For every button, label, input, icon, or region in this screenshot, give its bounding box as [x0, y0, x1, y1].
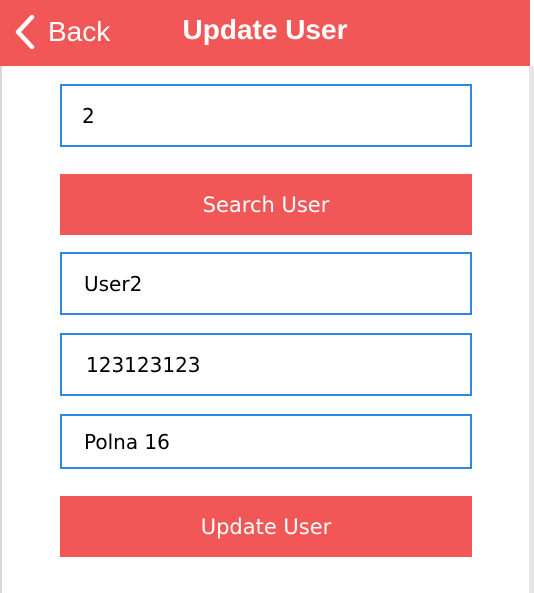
phone-input[interactable]: [60, 333, 472, 396]
user-id-input[interactable]: [60, 84, 472, 147]
update-user-screen: Back Update User Search User Update User: [0, 0, 534, 593]
address-input[interactable]: [60, 414, 472, 469]
update-user-button[interactable]: Update User: [60, 496, 472, 557]
right-edge-divider: [529, 66, 534, 593]
search-user-button[interactable]: Search User: [60, 174, 472, 235]
name-input[interactable]: [60, 252, 472, 315]
chevron-left-icon: [15, 14, 35, 50]
back-button[interactable]: Back: [12, 12, 110, 52]
back-label: Back: [48, 16, 111, 47]
page-title: Update User: [182, 14, 348, 45]
left-edge-divider: [0, 66, 2, 593]
nav-header: Back Update User: [0, 0, 530, 66]
